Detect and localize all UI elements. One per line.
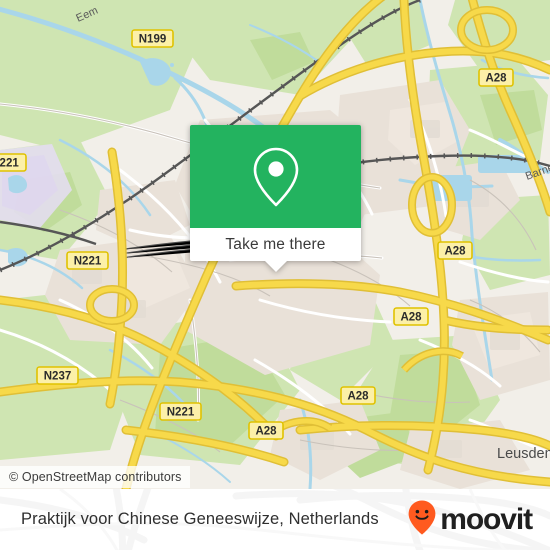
svg-text:N221: N221 bbox=[167, 407, 195, 419]
moovit-logo[interactable]: moovit bbox=[407, 499, 533, 541]
popup-icon-panel bbox=[190, 125, 361, 228]
svg-text:N237: N237 bbox=[44, 371, 72, 383]
svg-text:A28: A28 bbox=[347, 391, 369, 403]
map-attribution[interactable]: © OpenStreetMap contributors bbox=[0, 466, 190, 488]
map-pin-icon bbox=[249, 145, 303, 209]
svg-text:Leusden: Leusden bbox=[497, 446, 550, 462]
svg-text:A28: A28 bbox=[444, 246, 466, 258]
popup-cta[interactable]: Take me there bbox=[190, 228, 361, 272]
svg-text:N221: N221 bbox=[0, 158, 19, 170]
place-popup[interactable]: Take me there bbox=[190, 125, 361, 272]
svg-text:A28: A28 bbox=[400, 312, 422, 324]
moovit-wordmark: moovit bbox=[440, 502, 533, 536]
moovit-place-map-card: Eem Barne Leusden N199 A28 N bbox=[0, 0, 550, 550]
moovit-pin-icon bbox=[407, 499, 437, 541]
place-title: Praktijk voor Chinese Geneeswijze, Nethe… bbox=[21, 510, 379, 528]
svg-text:A28: A28 bbox=[485, 73, 507, 85]
popup-cta-label: Take me there bbox=[225, 235, 326, 253]
footer-bar: Praktijk voor Chinese Geneeswijze, Nethe… bbox=[0, 489, 550, 550]
popup-pointer bbox=[264, 261, 287, 272]
map-viewport[interactable]: Eem Barne Leusden N199 A28 N bbox=[0, 0, 550, 489]
svg-text:A28: A28 bbox=[255, 426, 277, 438]
svg-text:N199: N199 bbox=[139, 34, 167, 46]
svg-text:N221: N221 bbox=[74, 256, 102, 268]
